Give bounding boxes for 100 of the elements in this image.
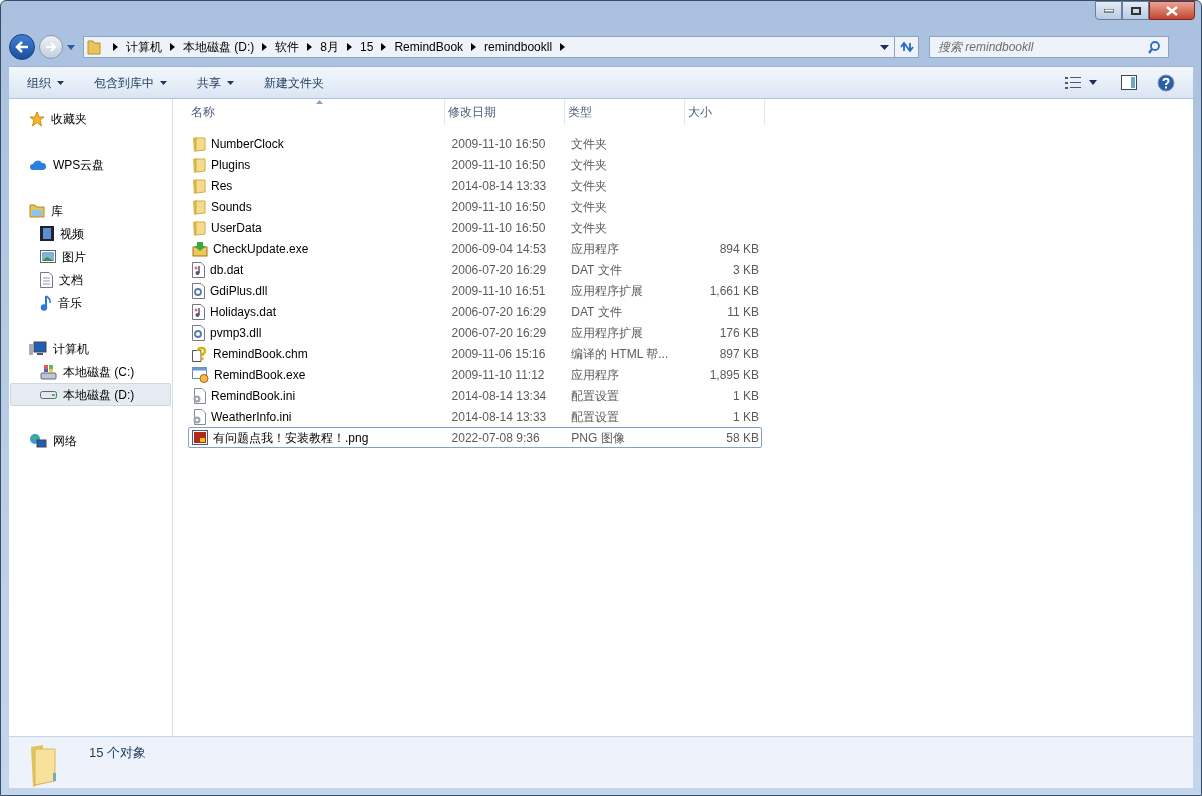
folder-icon bbox=[87, 39, 101, 55]
file-row[interactable]: db.dat 2006-07-20 16:29 DAT 文件 3 KB bbox=[188, 259, 762, 280]
chevron-right-icon[interactable] bbox=[113, 43, 118, 51]
file-row[interactable]: Plugins 2009-11-10 16:50 文件夹 bbox=[188, 154, 762, 175]
back-button[interactable] bbox=[9, 34, 35, 60]
network-icon bbox=[29, 432, 47, 449]
toolbar-button[interactable]: 共享 bbox=[189, 70, 242, 95]
file-size: 3 KB bbox=[733, 261, 759, 279]
music-file-icon bbox=[192, 261, 205, 278]
file-size: 894 KB bbox=[719, 240, 759, 258]
breadcrumb-segment[interactable]: 计算机 bbox=[126, 38, 162, 56]
picture-icon bbox=[40, 250, 56, 263]
sidebar-item[interactable]: 网络 bbox=[10, 429, 171, 452]
modified-date: 2006-07-20 16:29 bbox=[451, 324, 547, 342]
breadcrumb-segment[interactable]: RemindBook bbox=[394, 38, 464, 56]
column-header[interactable]: 名称 bbox=[188, 99, 445, 125]
sidebar-item[interactable]: 本地磁盘 (D:) bbox=[10, 383, 171, 406]
file-row[interactable]: Res 2014-08-14 13:33 文件夹 bbox=[188, 175, 762, 196]
file-row[interactable]: RemindBook.exe 2009-11-10 11:12 应用程序 1,895 KB bbox=[188, 364, 762, 385]
file-type: DAT 文件 bbox=[571, 261, 622, 279]
sidebar-item[interactable]: 音乐 bbox=[10, 291, 171, 314]
address-bar[interactable]: 计算机 本地磁盘 (D:) 软件 8月 15 RemindBook remindbookll bbox=[83, 36, 919, 58]
chevron-right-icon[interactable] bbox=[347, 43, 352, 51]
toolbar-button[interactable]: 新建文件夹 bbox=[256, 70, 332, 95]
file-name: 有问题点我！安装教程！.png bbox=[213, 429, 369, 447]
file-row[interactable]: 有问题点我！安装教程！.png 2022-07-08 9:36 PNG 图像 58 KB bbox=[188, 427, 762, 448]
modified-date: 2014-08-14 13:33 bbox=[451, 177, 547, 195]
file-type: 编译的 HTML 帮... bbox=[571, 345, 669, 363]
close-button[interactable] bbox=[1149, 1, 1195, 20]
column-header[interactable]: 修改日期 bbox=[445, 99, 565, 125]
breadcrumb-segment[interactable]: remindbookll bbox=[484, 38, 553, 56]
file-type: 配置设置 bbox=[571, 387, 620, 405]
file-row[interactable]: NumberClock 2009-11-10 16:50 文件夹 bbox=[188, 133, 762, 154]
sidebar-item[interactable]: 视频 bbox=[10, 222, 171, 245]
modified-date: 2006-09-04 14:53 bbox=[451, 240, 547, 258]
file-name: UserData bbox=[211, 219, 262, 237]
modified-date: 2014-08-14 13:33 bbox=[451, 408, 547, 426]
maximize-button[interactable] bbox=[1122, 1, 1149, 20]
view-options-icon[interactable] bbox=[1065, 76, 1081, 89]
file-size: 1 KB bbox=[733, 408, 759, 426]
file-name: Holidays.dat bbox=[210, 303, 277, 321]
file-row[interactable]: UserData 2009-11-10 16:50 文件夹 bbox=[188, 217, 762, 238]
column-header[interactable]: 大小 bbox=[685, 99, 765, 125]
chevron-right-icon[interactable] bbox=[471, 43, 477, 51]
toolbar-button[interactable]: 组织 bbox=[19, 70, 72, 95]
file-size: 1 KB bbox=[733, 387, 759, 405]
file-type: 应用程序扩展 bbox=[571, 282, 644, 300]
file-name: CheckUpdate.exe bbox=[213, 240, 309, 258]
folder-icon bbox=[192, 219, 206, 236]
sidebar-item[interactable]: 收藏夹 bbox=[10, 107, 171, 130]
forward-arrow-icon bbox=[45, 42, 57, 52]
help-icon[interactable] bbox=[1157, 73, 1175, 92]
file-name: NumberClock bbox=[211, 135, 284, 153]
file-type: 配置设置 bbox=[571, 408, 620, 426]
chevron-right-icon[interactable] bbox=[560, 43, 566, 51]
file-size: 1,895 KB bbox=[709, 366, 759, 384]
file-row[interactable]: pvmp3.dll 2006-07-20 16:29 应用程序扩展 176 KB bbox=[188, 322, 762, 343]
status-text: 15 个对象 bbox=[89, 744, 147, 762]
dropdown-arrow-icon[interactable] bbox=[1089, 80, 1097, 85]
dropdown-arrow-icon[interactable] bbox=[880, 44, 889, 50]
chevron-right-icon[interactable] bbox=[307, 43, 313, 51]
file-size: 11 KB bbox=[727, 303, 759, 321]
help-file-icon bbox=[192, 345, 208, 362]
sidebar-item[interactable]: WPS云盘 bbox=[10, 153, 171, 176]
chevron-right-icon[interactable] bbox=[381, 43, 387, 51]
breadcrumb-segment[interactable]: 本地磁盘 (D:) bbox=[183, 38, 255, 56]
breadcrumb-segment[interactable]: 8月 bbox=[320, 38, 339, 56]
file-row[interactable]: RemindBook.chm 2009-11-06 15:16 编译的 HTML 帮... 897 KB bbox=[188, 343, 762, 364]
file-type: DAT 文件 bbox=[571, 303, 622, 321]
breadcrumb-segment[interactable]: 软件 bbox=[275, 38, 300, 56]
sidebar-item[interactable]: 文档 bbox=[10, 268, 171, 291]
sidebar-item[interactable]: 库 bbox=[10, 199, 171, 222]
sidebar-item[interactable]: 图片 bbox=[10, 245, 171, 268]
modified-date: 2009-11-10 16:51 bbox=[451, 282, 546, 300]
sidebar-item[interactable]: 计算机 bbox=[10, 337, 171, 360]
chevron-right-icon[interactable] bbox=[170, 43, 175, 51]
file-size: 897 KB bbox=[719, 345, 759, 363]
folder-icon bbox=[192, 135, 206, 152]
minimize-icon bbox=[1103, 8, 1114, 13]
toolbar-button[interactable]: 包含到库中 bbox=[86, 70, 175, 95]
sidebar-item[interactable]: 本地磁盘 (C:) bbox=[10, 360, 171, 383]
chevron-right-icon[interactable] bbox=[262, 43, 268, 51]
cloud-icon bbox=[29, 158, 47, 171]
music-file-icon bbox=[192, 303, 205, 320]
file-row[interactable]: Sounds 2009-11-10 16:50 文件夹 bbox=[188, 196, 762, 217]
breadcrumb-segment[interactable]: 15 bbox=[360, 38, 374, 56]
preview-pane-icon[interactable] bbox=[1121, 75, 1137, 90]
file-row[interactable]: Holidays.dat 2006-07-20 16:29 DAT 文件 11 KB bbox=[188, 301, 762, 322]
file-row[interactable]: WeatherInfo.ini 2014-08-14 13:33 配置设置 1 KB bbox=[188, 406, 762, 427]
file-row[interactable]: GdiPlus.dll 2009-11-10 16:51 应用程序扩展 1,661 KB bbox=[188, 280, 762, 301]
refresh-icon bbox=[899, 41, 914, 53]
folder-icon bbox=[192, 156, 206, 173]
file-row[interactable]: CheckUpdate.exe 2006-09-04 14:53 应用程序 894 KB bbox=[188, 238, 762, 259]
file-name: Res bbox=[211, 177, 233, 195]
search-field[interactable]: 搜索 remindbookll bbox=[929, 36, 1169, 58]
file-row[interactable]: RemindBook.ini 2014-08-14 13:34 配置设置 1 KB bbox=[188, 385, 762, 406]
folder-icon bbox=[192, 177, 206, 194]
maximize-icon bbox=[1130, 6, 1141, 15]
file-type: 文件夹 bbox=[571, 156, 608, 174]
column-header[interactable]: 类型 bbox=[565, 99, 685, 125]
